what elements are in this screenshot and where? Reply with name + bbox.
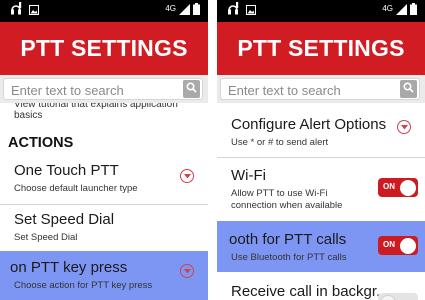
search-input[interactable]: Enter text to search (220, 78, 420, 100)
battery-icon (410, 2, 417, 20)
headset-notification-icon (10, 2, 22, 20)
item-title: Wi-Fi (231, 167, 266, 184)
list-item-receive-background[interactable]: Receive call in backgr.. (217, 273, 425, 300)
list-item-ptt-key-press[interactable]: on PTT key press Choose action for PTT k… (0, 251, 208, 300)
item-subtitle: Choose action for PTT key press (14, 280, 153, 291)
toggle-label: ON (383, 182, 395, 191)
tutorial-text: View tutorial that explains application … (14, 103, 178, 121)
search-button[interactable] (400, 80, 417, 98)
toggle-label: ON (383, 240, 395, 249)
section-header-actions: ACTIONS (8, 135, 74, 151)
item-subtitle: Use * or # to send alert (231, 137, 329, 148)
item-subtitle: Set Speed Dial (14, 232, 78, 243)
item-subtitle: Choose default launcher type (14, 183, 138, 194)
list-item-one-touch-ptt[interactable]: One Touch PTT Choose default launcher ty… (0, 155, 208, 204)
item-title: ooth for PTT calls (229, 231, 347, 248)
item-title: Configure Alert Options (231, 116, 387, 133)
page-title: PTT SETTINGS (0, 22, 208, 75)
network-type-label: 4G (382, 4, 393, 13)
search-placeholder: Enter text to search (228, 83, 341, 98)
signal-icon (396, 2, 407, 20)
list-item-set-speed-dial[interactable]: Set Speed Dial Set Speed Dial (0, 205, 208, 252)
item-subtitle: Use Bluetooth for PTT calls (231, 252, 347, 263)
signal-icon (179, 2, 190, 20)
phone-screen-left: 4G PTT SETTINGS Enter text to search Vie… (0, 0, 208, 300)
search-icon (403, 80, 414, 98)
search-input[interactable]: Enter text to search (3, 78, 203, 100)
phone-screen-right: 4G PTT SETTINGS Enter text to search Con… (217, 0, 425, 300)
toggle-knob (400, 237, 416, 254)
settings-list: View tutorial that explains application … (0, 103, 208, 300)
chevron-down-icon[interactable] (180, 264, 194, 278)
item-title: on PTT key press (10, 259, 128, 276)
toggle-knob (380, 294, 396, 300)
list-item-bluetooth[interactable]: ooth for PTT calls Use Bluetooth for PTT… (217, 221, 425, 272)
chevron-down-icon[interactable] (397, 120, 411, 134)
item-subtitle-line2: connection when available (231, 200, 343, 211)
image-notification-icon (246, 2, 256, 20)
image-notification-icon (29, 2, 39, 20)
status-bar: 4G (217, 0, 425, 22)
list-item-tutorial[interactable]: View tutorial that explains application … (0, 103, 208, 127)
bluetooth-toggle[interactable]: ON (378, 236, 418, 255)
receive-background-toggle[interactable] (378, 293, 418, 300)
status-bar: 4G (0, 0, 208, 22)
item-subtitle: Allow PTT to use Wi-Fi (231, 188, 328, 199)
list-item-configure-alert[interactable]: Configure Alert Options Use * or # to se… (217, 106, 425, 156)
search-icon (186, 80, 197, 98)
item-title: Set Speed Dial (14, 211, 115, 228)
network-type-label: 4G (165, 4, 176, 13)
wifi-toggle[interactable]: ON (378, 178, 418, 197)
item-title: One Touch PTT (14, 162, 119, 179)
list-item-wifi[interactable]: Wi-Fi Allow PTT to use Wi-Fi connection … (217, 158, 425, 221)
toggle-knob (400, 179, 416, 196)
settings-list: Configure Alert Options Use * or # to se… (217, 103, 425, 300)
search-placeholder: Enter text to search (11, 83, 124, 98)
chevron-down-icon[interactable] (180, 169, 194, 183)
search-bar: Enter text to search (0, 75, 208, 103)
search-button[interactable] (183, 80, 200, 98)
page-title: PTT SETTINGS (217, 22, 425, 75)
item-title: Receive call in backgr.. (231, 283, 385, 300)
search-bar: Enter text to search (217, 75, 425, 103)
battery-icon (193, 2, 200, 20)
headset-notification-icon (227, 2, 239, 20)
